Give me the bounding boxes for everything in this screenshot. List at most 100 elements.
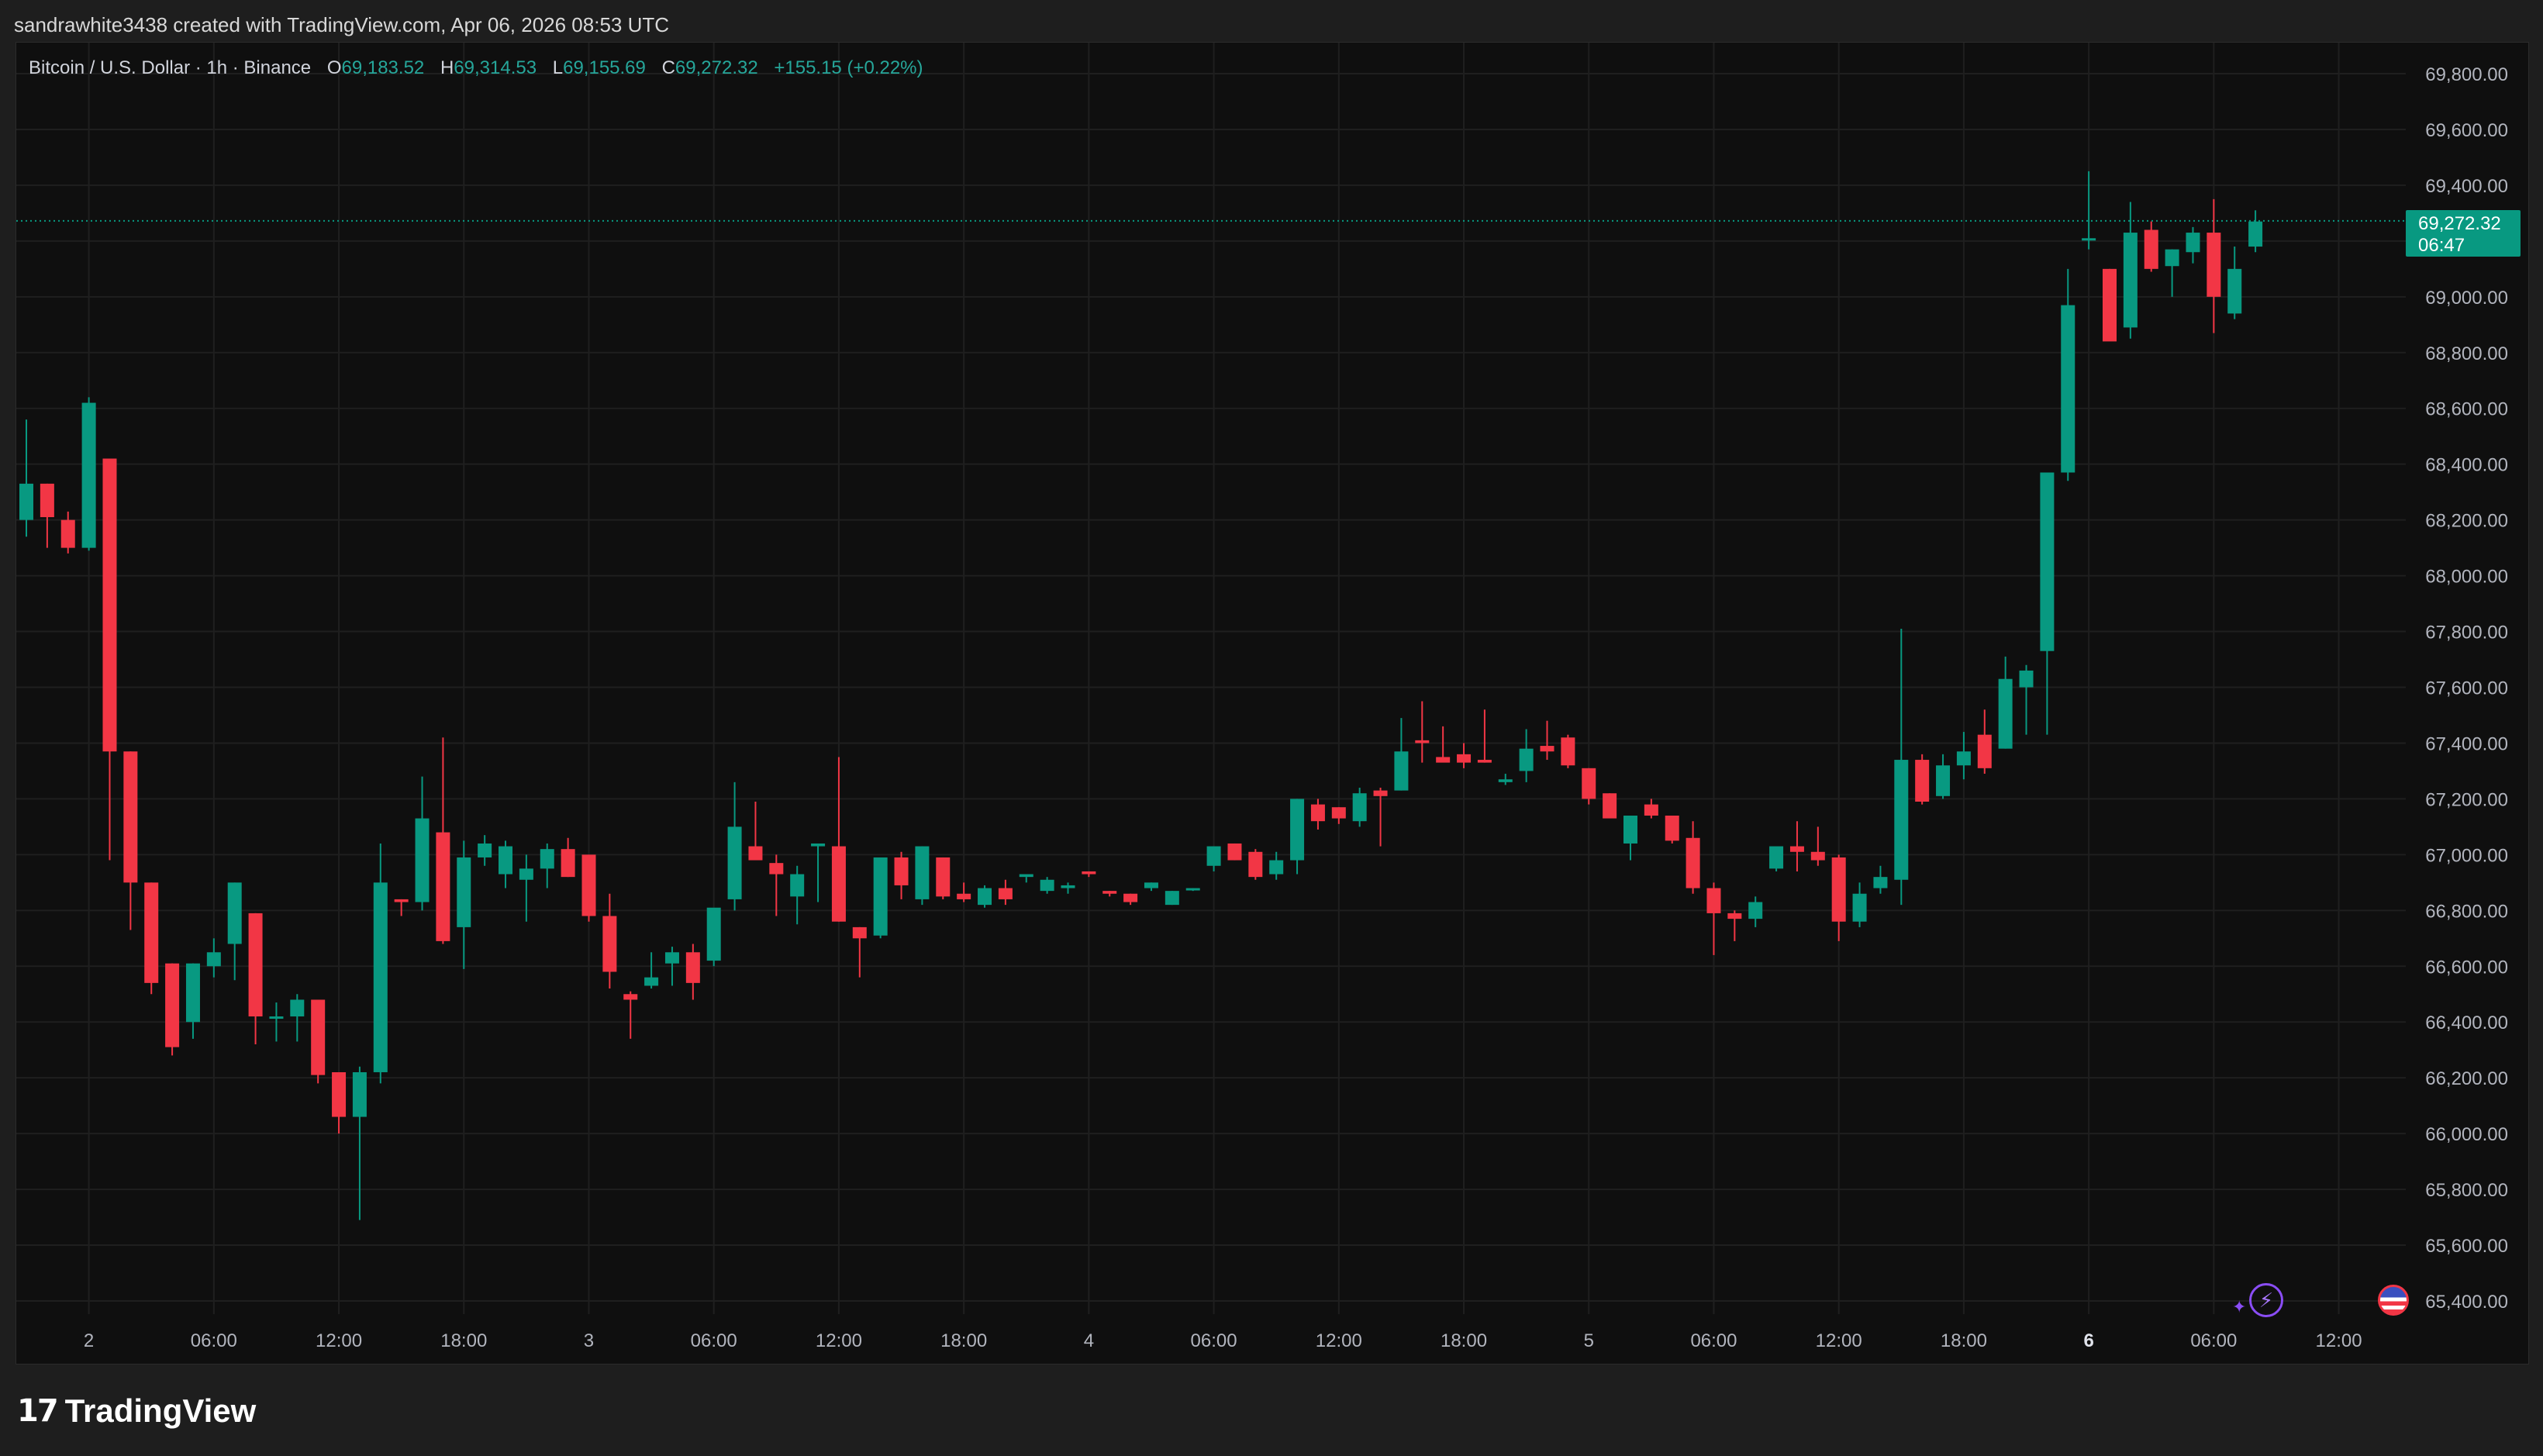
time-tick-label: 18:00 bbox=[1941, 1330, 1987, 1351]
candle-body bbox=[2061, 305, 2075, 473]
candle bbox=[206, 938, 221, 978]
close-value: 69,272.32 bbox=[675, 57, 758, 78]
candle-body bbox=[2227, 268, 2242, 314]
candle-body bbox=[1977, 734, 1992, 768]
price-tick-label: 67,800.00 bbox=[2425, 623, 2508, 643]
candle-body bbox=[81, 402, 96, 548]
candle-body bbox=[2082, 238, 2096, 241]
symbol-legend: Bitcoin / U.S. Dollar · 1h · Binance O69… bbox=[29, 55, 923, 81]
lightning-icon[interactable]: ⚡ bbox=[2249, 1283, 2283, 1317]
candle-body bbox=[1040, 879, 1054, 892]
candle-body bbox=[1123, 893, 1138, 902]
candle-body bbox=[664, 952, 679, 964]
candle-body bbox=[394, 899, 409, 902]
candle bbox=[936, 857, 951, 899]
candle-body bbox=[1269, 860, 1284, 875]
price-tick-label: 66,200.00 bbox=[2425, 1068, 2508, 1089]
candle bbox=[478, 835, 492, 866]
candle-body bbox=[540, 849, 554, 869]
candle-body bbox=[873, 857, 888, 936]
candle-body bbox=[1686, 837, 1700, 888]
price-tick-label: 67,400.00 bbox=[2425, 733, 2508, 754]
candle bbox=[1810, 826, 1825, 866]
candle bbox=[290, 994, 305, 1042]
candle bbox=[2248, 210, 2263, 253]
price-tick-label: 66,400.00 bbox=[2425, 1013, 2508, 1033]
candle bbox=[1915, 754, 1930, 805]
candle-body bbox=[1748, 902, 1763, 919]
candle-body bbox=[206, 952, 221, 967]
candle-body bbox=[1603, 793, 1617, 819]
tradingview-logo[interactable]: 17 TradingView bbox=[17, 1388, 256, 1434]
candle bbox=[519, 854, 533, 922]
candle-body bbox=[1227, 843, 1242, 861]
us-flag-icon[interactable] bbox=[2378, 1285, 2409, 1316]
low-value: 69,155.69 bbox=[563, 57, 646, 78]
open-value: 69,183.52 bbox=[341, 57, 425, 78]
time-tick-label: 5 bbox=[1584, 1330, 1594, 1351]
candle-body bbox=[602, 916, 617, 972]
candle-body bbox=[352, 1071, 367, 1117]
candles bbox=[19, 171, 2263, 1220]
candle bbox=[1185, 888, 1200, 892]
time-tick-label: 06:00 bbox=[1690, 1330, 1737, 1351]
candle bbox=[769, 854, 784, 916]
candle bbox=[2227, 247, 2242, 319]
candle bbox=[790, 865, 805, 925]
candle bbox=[1061, 882, 1075, 894]
chart-area[interactable]: 69,800.0069,600.0069,400.0069,200.0069,0… bbox=[16, 42, 2529, 1365]
candle bbox=[1665, 815, 1679, 844]
candle bbox=[19, 419, 33, 537]
candle-body bbox=[1644, 804, 1658, 816]
candle-body bbox=[1623, 815, 1637, 844]
candle bbox=[1290, 799, 1305, 875]
candle bbox=[1373, 788, 1388, 847]
candle-body bbox=[831, 846, 846, 922]
symbol-title: Bitcoin / U.S. Dollar · 1h · Binance bbox=[29, 57, 312, 78]
candle bbox=[2186, 226, 2200, 264]
price-tick-label: 69,000.00 bbox=[2425, 288, 2508, 309]
candle-body bbox=[1915, 760, 1930, 802]
price-tick-label: 65,800.00 bbox=[2425, 1180, 2508, 1201]
candle-body bbox=[1373, 790, 1388, 796]
candle bbox=[727, 781, 742, 911]
candle bbox=[1561, 734, 1575, 768]
candle-body bbox=[1310, 804, 1325, 822]
candle bbox=[81, 397, 96, 551]
candle bbox=[1748, 896, 1763, 927]
candle bbox=[685, 944, 700, 1000]
candle bbox=[561, 837, 575, 878]
candle-body bbox=[1061, 885, 1075, 888]
candle-body bbox=[478, 843, 492, 857]
candle bbox=[415, 776, 430, 911]
candle bbox=[581, 854, 596, 922]
candle-body bbox=[1457, 754, 1472, 763]
candle bbox=[1436, 726, 1451, 763]
candle bbox=[2061, 268, 2075, 481]
candle bbox=[165, 963, 180, 1056]
candle bbox=[1894, 628, 1909, 906]
candle-body bbox=[1498, 779, 1513, 782]
candle-body bbox=[623, 994, 638, 1000]
candlestick-chart[interactable]: 69,800.0069,600.0069,400.0069,200.0069,0… bbox=[16, 43, 2528, 1364]
candle-body bbox=[227, 882, 242, 944]
candle bbox=[1623, 815, 1637, 861]
price-tick-label: 67,200.00 bbox=[2425, 789, 2508, 810]
candle bbox=[2082, 171, 2096, 250]
candle-body bbox=[852, 926, 867, 939]
time-axis: 2 06:00 12:00 18:00 3 06:00 12:00 18:00 4 06:00 12… bbox=[84, 1330, 2362, 1351]
candle bbox=[2040, 472, 2055, 735]
candle-body bbox=[769, 863, 784, 875]
candle-body bbox=[311, 999, 326, 1075]
candle bbox=[1123, 893, 1138, 906]
candle bbox=[894, 851, 909, 899]
candle bbox=[1644, 799, 1658, 819]
candle-body bbox=[1144, 882, 1158, 888]
time-tick-label: 06:00 bbox=[191, 1330, 237, 1351]
candle bbox=[1831, 854, 1846, 941]
candle-body bbox=[1789, 846, 1804, 852]
candle-body bbox=[185, 963, 200, 1023]
candle-body bbox=[957, 893, 971, 899]
candle-body bbox=[1831, 857, 1846, 922]
time-tick-label: 12:00 bbox=[316, 1330, 362, 1351]
